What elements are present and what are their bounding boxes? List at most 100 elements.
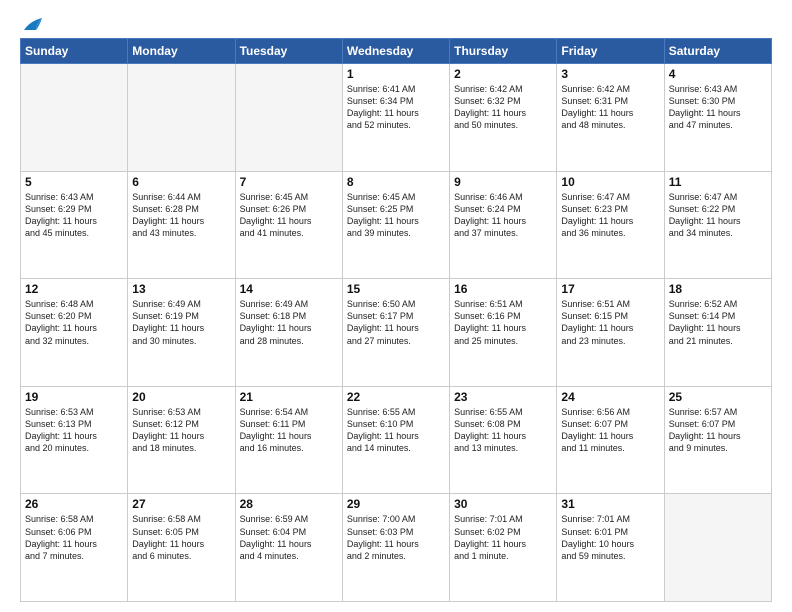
calendar-cell: 26Sunrise: 6:58 AM Sunset: 6:06 PM Dayli… xyxy=(21,494,128,602)
calendar-header-tuesday: Tuesday xyxy=(235,39,342,64)
day-number: 29 xyxy=(347,497,445,511)
calendar-cell: 29 Sunrise: 7:00 AM Sunset: 6:03 PM Dayli… xyxy=(342,494,449,602)
day-number: 8 xyxy=(347,175,445,189)
calendar-cell: 9Sunrise: 6:46 AM Sunset: 6:24 PM Daylig… xyxy=(450,171,557,279)
day-number: 19 xyxy=(25,390,123,404)
cell-info: Sunrise: 6:51 AM Sunset: 6:16 PM Dayligh… xyxy=(454,298,552,347)
calendar-cell: 8 Sunrise: 6:45 AM Sunset: 6:25 PM Daylig… xyxy=(342,171,449,279)
calendar-cell: 21 Sunrise: 6:54 AM Sunset: 6:11 PM Dayli… xyxy=(235,386,342,494)
cell-info: Sunrise: 6:43 AM Sunset: 6:29 PM Dayligh… xyxy=(25,191,123,240)
calendar-cell: 4 Sunrise: 6:43 AM Sunset: 6:30 PM Daylig… xyxy=(664,64,771,172)
calendar-cell: 7 Sunrise: 6:45 AM Sunset: 6:26 PM Daylig… xyxy=(235,171,342,279)
logo xyxy=(20,16,44,30)
header xyxy=(20,16,772,30)
day-number: 6 xyxy=(132,175,230,189)
calendar-cell: 14 Sunrise: 6:49 AM Sunset: 6:18 PM Dayli… xyxy=(235,279,342,387)
calendar-cell: 15Sunrise: 6:50 AM Sunset: 6:17 PM Dayli… xyxy=(342,279,449,387)
calendar-header-thursday: Thursday xyxy=(450,39,557,64)
calendar-cell: 28 Sunrise: 6:59 AM Sunset: 6:04 PM Dayli… xyxy=(235,494,342,602)
cell-info: Sunrise: 6:42 AM Sunset: 6:32 PM Dayligh… xyxy=(454,83,552,132)
day-number: 28 xyxy=(240,497,338,511)
calendar-cell: 1 Sunrise: 6:41 AM Sunset: 6:34 PM Daylig… xyxy=(342,64,449,172)
calendar-week-0: 1 Sunrise: 6:41 AM Sunset: 6:34 PM Daylig… xyxy=(21,64,772,172)
day-number: 1 xyxy=(347,67,445,81)
cell-info: Sunrise: 6:42 AM Sunset: 6:31 PM Dayligh… xyxy=(561,83,659,132)
day-number: 15 xyxy=(347,282,445,296)
calendar-header-row: SundayMondayTuesdayWednesdayThursdayFrid… xyxy=(21,39,772,64)
calendar-cell xyxy=(128,64,235,172)
cell-info: Sunrise: 6:49 AM Sunset: 6:18 PM Dayligh… xyxy=(240,298,338,347)
cell-info: Sunrise: 6:55 AM Sunset: 6:10 PM Dayligh… xyxy=(347,406,445,455)
calendar-cell: 12 Sunrise: 6:48 AM Sunset: 6:20 PM Dayli… xyxy=(21,279,128,387)
cell-info: Sunrise: 6:54 AM Sunset: 6:11 PM Dayligh… xyxy=(240,406,338,455)
cell-info: Sunrise: 6:55 AM Sunset: 6:08 PM Dayligh… xyxy=(454,406,552,455)
calendar-cell: 30 Sunrise: 7:01 AM Sunset: 6:02 PM Dayli… xyxy=(450,494,557,602)
cell-info: Sunrise: 7:01 AM Sunset: 6:01 PM Dayligh… xyxy=(561,513,659,562)
cell-info: Sunrise: 6:43 AM Sunset: 6:30 PM Dayligh… xyxy=(669,83,767,132)
calendar-cell: 10Sunrise: 6:47 AM Sunset: 6:23 PM Dayli… xyxy=(557,171,664,279)
calendar-cell: 13Sunrise: 6:49 AM Sunset: 6:19 PM Dayli… xyxy=(128,279,235,387)
day-number: 21 xyxy=(240,390,338,404)
calendar-week-1: 5Sunrise: 6:43 AM Sunset: 6:29 PM Daylig… xyxy=(21,171,772,279)
calendar-cell: 5Sunrise: 6:43 AM Sunset: 6:29 PM Daylig… xyxy=(21,171,128,279)
cell-info: Sunrise: 6:48 AM Sunset: 6:20 PM Dayligh… xyxy=(25,298,123,347)
cell-info: Sunrise: 6:53 AM Sunset: 6:13 PM Dayligh… xyxy=(25,406,123,455)
calendar-header-saturday: Saturday xyxy=(664,39,771,64)
calendar-week-4: 26Sunrise: 6:58 AM Sunset: 6:06 PM Dayli… xyxy=(21,494,772,602)
cell-info: Sunrise: 6:53 AM Sunset: 6:12 PM Dayligh… xyxy=(132,406,230,455)
calendar-week-2: 12 Sunrise: 6:48 AM Sunset: 6:20 PM Dayli… xyxy=(21,279,772,387)
cell-info: Sunrise: 7:00 AM Sunset: 6:03 PM Dayligh… xyxy=(347,513,445,562)
cell-info: Sunrise: 6:49 AM Sunset: 6:19 PM Dayligh… xyxy=(132,298,230,347)
calendar-header-friday: Friday xyxy=(557,39,664,64)
cell-info: Sunrise: 6:56 AM Sunset: 6:07 PM Dayligh… xyxy=(561,406,659,455)
calendar-cell: 31Sunrise: 7:01 AM Sunset: 6:01 PM Dayli… xyxy=(557,494,664,602)
day-number: 25 xyxy=(669,390,767,404)
page: SundayMondayTuesdayWednesdayThursdayFrid… xyxy=(0,0,792,612)
cell-info: Sunrise: 6:58 AM Sunset: 6:06 PM Dayligh… xyxy=(25,513,123,562)
day-number: 18 xyxy=(669,282,767,296)
day-number: 24 xyxy=(561,390,659,404)
calendar-cell: 16 Sunrise: 6:51 AM Sunset: 6:16 PM Dayli… xyxy=(450,279,557,387)
calendar-cell: 6Sunrise: 6:44 AM Sunset: 6:28 PM Daylig… xyxy=(128,171,235,279)
calendar-header-wednesday: Wednesday xyxy=(342,39,449,64)
day-number: 3 xyxy=(561,67,659,81)
calendar-cell: 19 Sunrise: 6:53 AM Sunset: 6:13 PM Dayli… xyxy=(21,386,128,494)
calendar-header-sunday: Sunday xyxy=(21,39,128,64)
cell-info: Sunrise: 6:45 AM Sunset: 6:25 PM Dayligh… xyxy=(347,191,445,240)
day-number: 17 xyxy=(561,282,659,296)
calendar-cell xyxy=(235,64,342,172)
calendar-cell: 23 Sunrise: 6:55 AM Sunset: 6:08 PM Dayli… xyxy=(450,386,557,494)
cell-info: Sunrise: 6:45 AM Sunset: 6:26 PM Dayligh… xyxy=(240,191,338,240)
calendar-cell xyxy=(21,64,128,172)
day-number: 14 xyxy=(240,282,338,296)
calendar-header-monday: Monday xyxy=(128,39,235,64)
logo-text xyxy=(20,16,44,34)
calendar-cell: 3 Sunrise: 6:42 AM Sunset: 6:31 PM Daylig… xyxy=(557,64,664,172)
calendar-table: SundayMondayTuesdayWednesdayThursdayFrid… xyxy=(20,38,772,602)
day-number: 10 xyxy=(561,175,659,189)
day-number: 2 xyxy=(454,67,552,81)
cell-info: Sunrise: 6:47 AM Sunset: 6:22 PM Dayligh… xyxy=(669,191,767,240)
calendar-cell: 17 Sunrise: 6:51 AM Sunset: 6:15 PM Dayli… xyxy=(557,279,664,387)
day-number: 30 xyxy=(454,497,552,511)
cell-info: Sunrise: 6:52 AM Sunset: 6:14 PM Dayligh… xyxy=(669,298,767,347)
day-number: 12 xyxy=(25,282,123,296)
day-number: 23 xyxy=(454,390,552,404)
day-number: 7 xyxy=(240,175,338,189)
calendar-cell: 25 Sunrise: 6:57 AM Sunset: 6:07 PM Dayli… xyxy=(664,386,771,494)
calendar-cell: 24 Sunrise: 6:56 AM Sunset: 6:07 PM Dayli… xyxy=(557,386,664,494)
logo-bird-icon xyxy=(22,16,44,34)
cell-info: Sunrise: 6:41 AM Sunset: 6:34 PM Dayligh… xyxy=(347,83,445,132)
day-number: 9 xyxy=(454,175,552,189)
cell-info: Sunrise: 6:51 AM Sunset: 6:15 PM Dayligh… xyxy=(561,298,659,347)
cell-info: Sunrise: 6:57 AM Sunset: 6:07 PM Dayligh… xyxy=(669,406,767,455)
cell-info: Sunrise: 7:01 AM Sunset: 6:02 PM Dayligh… xyxy=(454,513,552,562)
calendar-cell: 20 Sunrise: 6:53 AM Sunset: 6:12 PM Dayli… xyxy=(128,386,235,494)
day-number: 20 xyxy=(132,390,230,404)
day-number: 16 xyxy=(454,282,552,296)
day-number: 11 xyxy=(669,175,767,189)
calendar-week-3: 19 Sunrise: 6:53 AM Sunset: 6:13 PM Dayli… xyxy=(21,386,772,494)
cell-info: Sunrise: 6:59 AM Sunset: 6:04 PM Dayligh… xyxy=(240,513,338,562)
calendar-cell: 11 Sunrise: 6:47 AM Sunset: 6:22 PM Dayli… xyxy=(664,171,771,279)
day-number: 4 xyxy=(669,67,767,81)
